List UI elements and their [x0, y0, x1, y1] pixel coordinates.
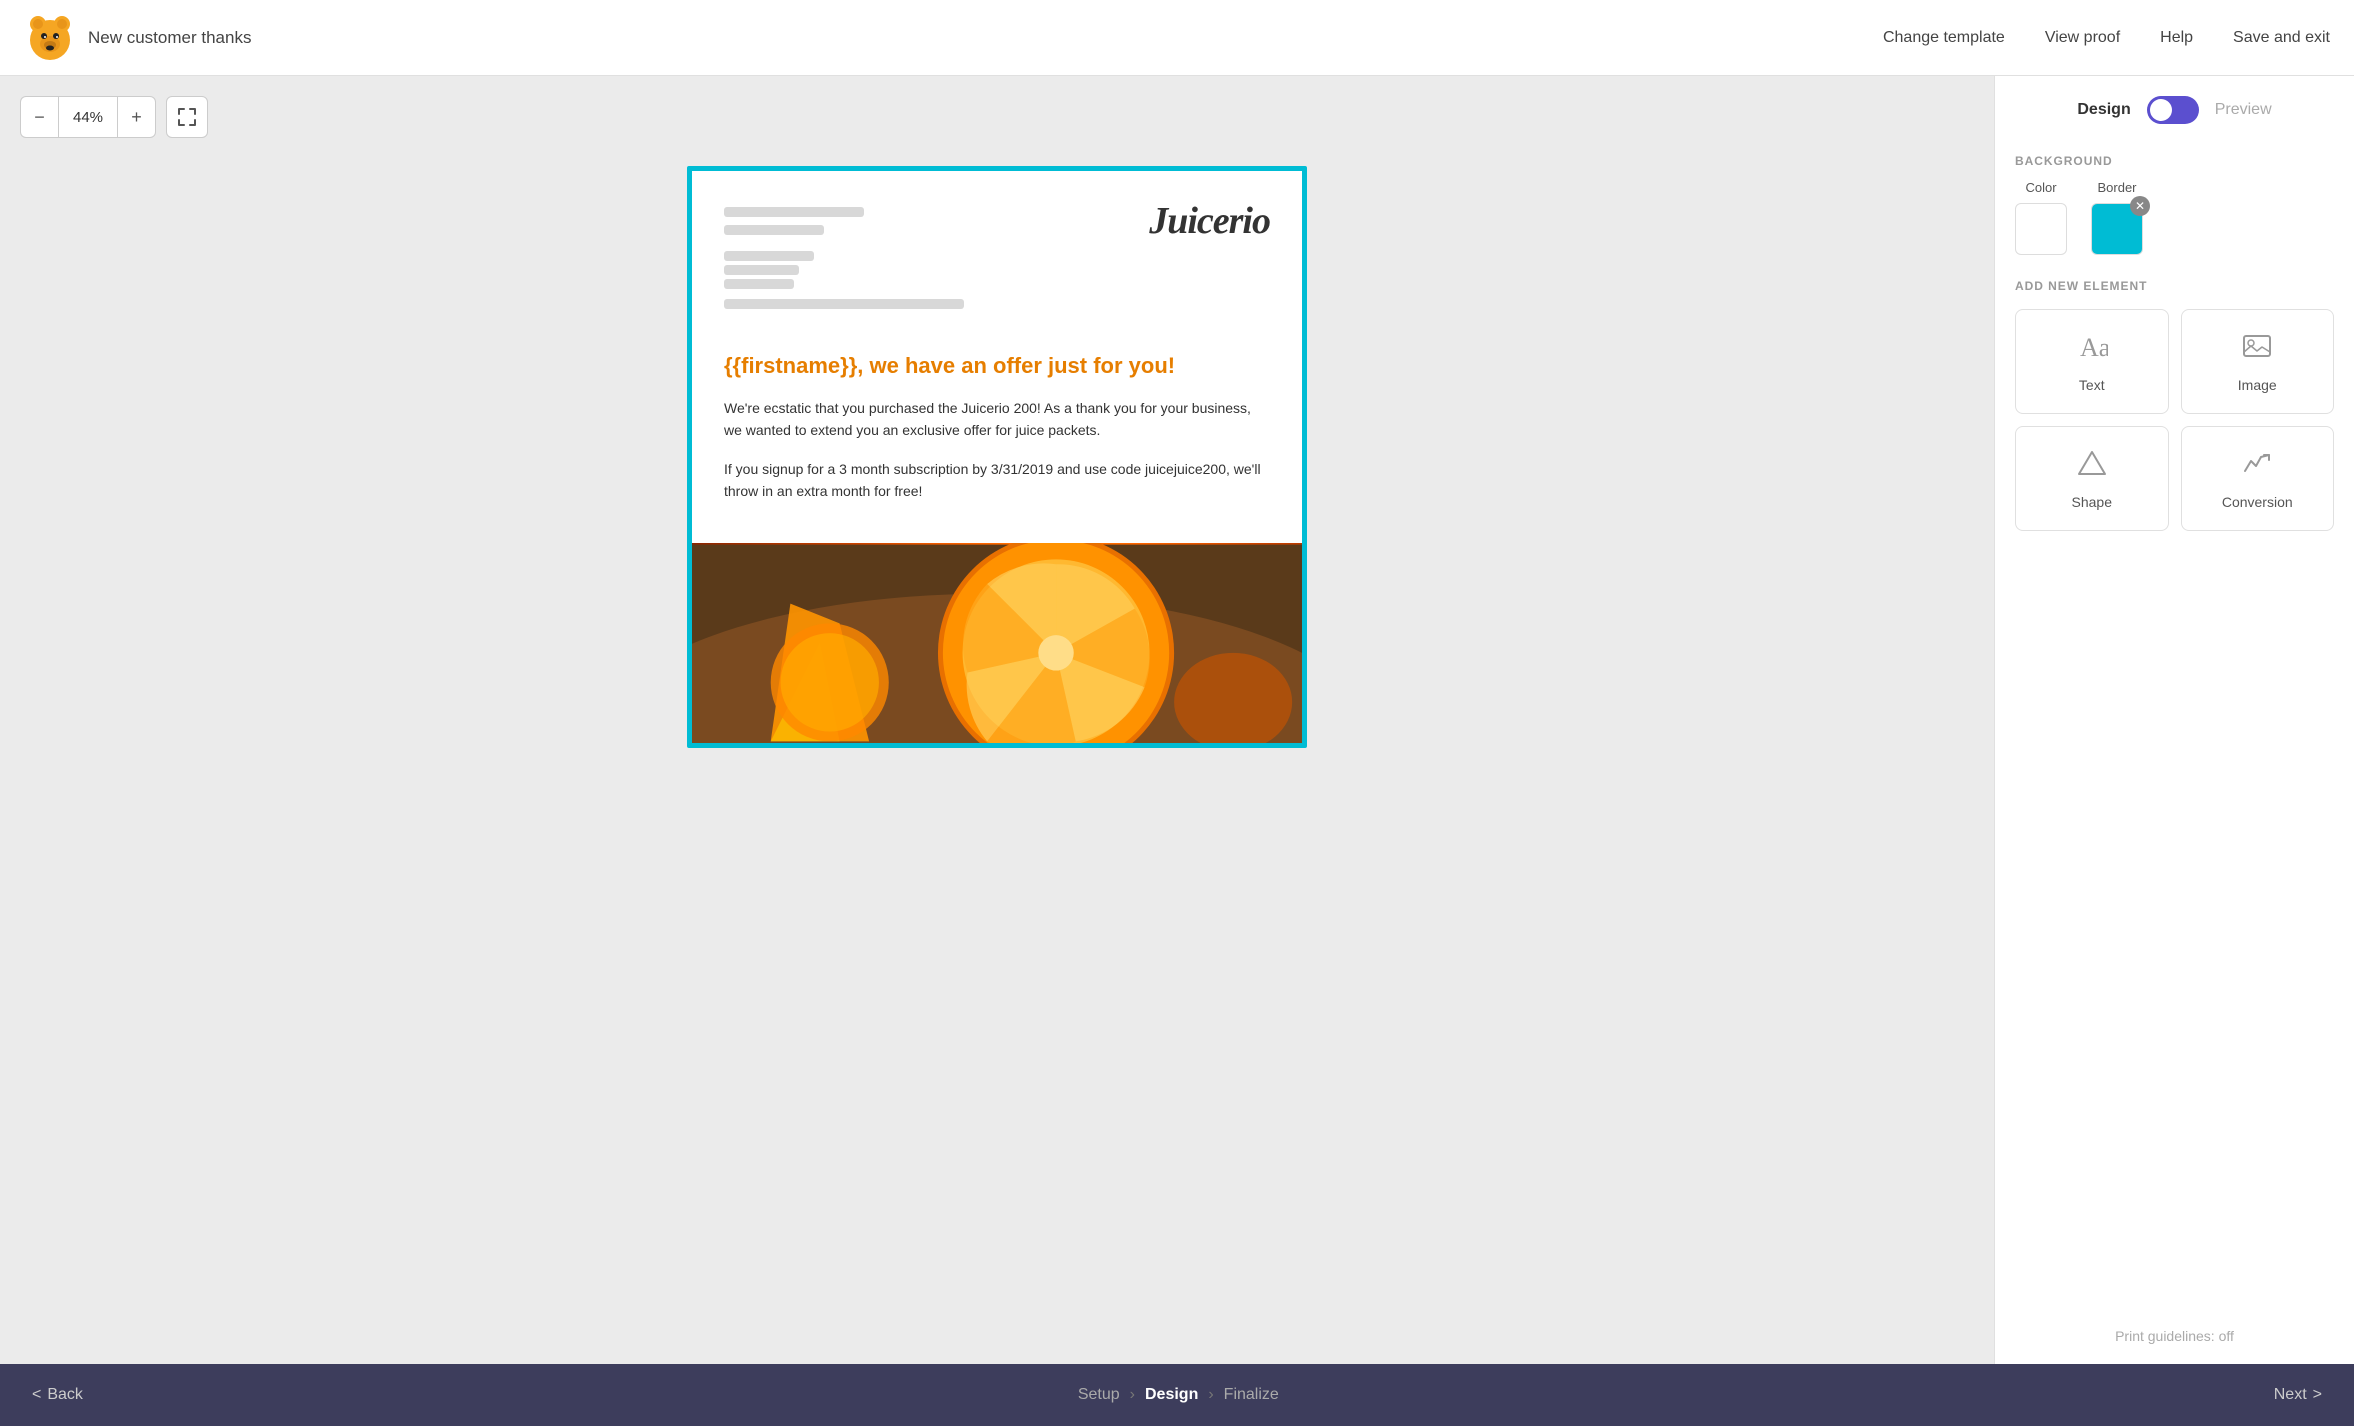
design-preview-toggle-row: Design Preview	[2015, 96, 2334, 124]
step-setup: Setup	[1078, 1386, 1120, 1404]
shape-element-label: Shape	[2072, 494, 2112, 510]
color-col: Color	[2015, 180, 2067, 255]
element-grid: Aa Text Image	[2015, 309, 2334, 531]
bottom-bar: < Back Setup › Design › Finalize Next >	[0, 1364, 2354, 1426]
next-label: Next	[2274, 1386, 2307, 1404]
logo-area: New customer thanks	[24, 12, 251, 64]
email-line-3	[724, 251, 814, 261]
add-element-label: ADD NEW ELEMENT	[2015, 279, 2334, 293]
next-icon: >	[2313, 1386, 2322, 1404]
document-title: New customer thanks	[88, 28, 251, 48]
back-label: Back	[47, 1386, 83, 1404]
border-col: Border ✕	[2091, 180, 2143, 255]
zoom-controls: − 44% +	[20, 96, 208, 138]
add-conversion-button[interactable]: Conversion	[2181, 426, 2335, 531]
email-address-lines	[724, 199, 1149, 317]
email-body: {{firstname}}, we have an offer just for…	[692, 337, 1302, 543]
canvas-area: − 44% +	[0, 76, 1994, 1364]
email-logo: Juicerio	[1149, 199, 1270, 243]
remove-border-color-button[interactable]: ✕	[2130, 196, 2150, 216]
color-border-row: Color Border ✕	[2015, 180, 2334, 255]
step-finalize: Finalize	[1224, 1386, 1279, 1404]
email-template[interactable]: Juicerio {{firstname}}, we have an offer…	[687, 166, 1307, 748]
email-line-6	[724, 299, 964, 309]
zoom-out-button[interactable]: −	[20, 96, 58, 138]
add-image-button[interactable]: Image	[2181, 309, 2335, 414]
back-button[interactable]: < Back	[32, 1386, 83, 1404]
background-section: BACKGROUND Color Border ✕	[2015, 154, 2334, 279]
change-template-button[interactable]: Change template	[1883, 29, 2005, 47]
conversion-element-label: Conversion	[2222, 494, 2293, 510]
text-icon: Aa	[2076, 330, 2108, 367]
step-sep-2: ›	[1208, 1386, 1213, 1404]
email-canvas-wrapper: Juicerio {{firstname}}, we have an offer…	[20, 166, 1974, 748]
toggle-knob	[2150, 99, 2172, 121]
zoom-value-display: 44%	[58, 96, 118, 138]
add-text-button[interactable]: Aa Text	[2015, 309, 2169, 414]
bear-logo-icon	[24, 12, 76, 64]
email-line-5	[724, 279, 794, 289]
breadcrumb-steps: Setup › Design › Finalize	[83, 1386, 2274, 1404]
add-element-section: ADD NEW ELEMENT Aa Text	[2015, 279, 2334, 555]
fullscreen-button[interactable]	[166, 96, 208, 138]
email-line-2	[724, 225, 824, 235]
zoom-in-button[interactable]: +	[118, 96, 156, 138]
design-preview-toggle[interactable]	[2147, 96, 2199, 124]
image-element-label: Image	[2238, 377, 2277, 393]
help-button[interactable]: Help	[2160, 29, 2193, 47]
background-section-label: BACKGROUND	[2015, 154, 2334, 168]
step-sep-1: ›	[1130, 1386, 1135, 1404]
conversion-icon	[2241, 447, 2273, 484]
email-image-section	[692, 543, 1302, 743]
orange-image	[692, 543, 1302, 743]
add-shape-button[interactable]: Shape	[2015, 426, 2169, 531]
email-paragraph-1: We're ecstatic that you purchased the Ju…	[724, 397, 1270, 442]
email-paragraph-2: If you signup for a 3 month subscription…	[724, 458, 1270, 503]
header-nav: Change template View proof Help Save and…	[1883, 29, 2330, 47]
view-proof-button[interactable]: View proof	[2045, 29, 2120, 47]
fullscreen-icon	[178, 108, 196, 126]
design-label: Design	[2077, 101, 2130, 119]
email-line-4	[724, 265, 799, 275]
preview-label: Preview	[2215, 101, 2272, 119]
right-panel: Design Preview BACKGROUND Color Border ✕	[1994, 76, 2354, 1364]
color-col-label: Color	[2025, 180, 2056, 195]
image-icon	[2241, 330, 2273, 367]
next-button[interactable]: Next >	[2274, 1386, 2322, 1404]
border-color-swatch[interactable]: ✕	[2091, 203, 2143, 255]
back-icon: <	[32, 1386, 41, 1404]
text-element-label: Text	[2079, 377, 2105, 393]
shape-icon	[2076, 447, 2108, 484]
top-header: New customer thanks Change template View…	[0, 0, 2354, 76]
save-and-exit-button[interactable]: Save and exit	[2233, 29, 2330, 47]
svg-text:Aa: Aa	[2080, 333, 2108, 362]
print-guidelines: Print guidelines: off	[2015, 1312, 2334, 1344]
main-area: − 44% +	[0, 76, 2354, 1364]
email-header-section: Juicerio	[692, 171, 1302, 337]
border-col-label: Border	[2097, 180, 2136, 195]
orange-svg	[692, 543, 1302, 743]
email-greeting: {{firstname}}, we have an offer just for…	[724, 353, 1270, 379]
step-design: Design	[1145, 1386, 1198, 1404]
email-line-1	[724, 207, 864, 217]
background-color-swatch[interactable]	[2015, 203, 2067, 255]
